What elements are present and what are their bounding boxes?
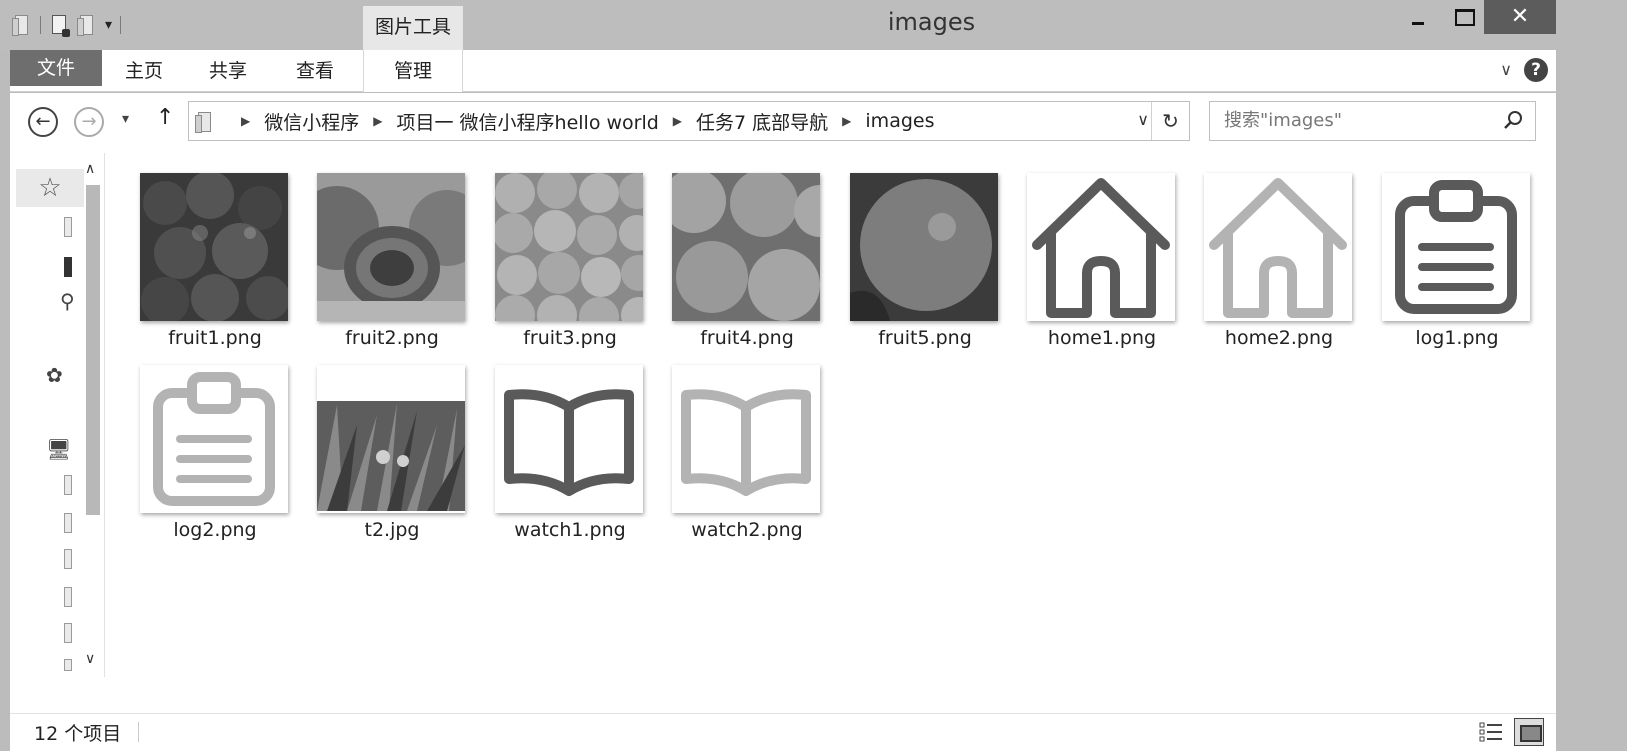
book-icon[interactable] (672, 365, 820, 513)
breadcrumb-arrow-icon[interactable]: ▶ (241, 114, 250, 128)
window-title: images (0, 8, 1627, 36)
file-item[interactable]: home2.png (1204, 173, 1354, 358)
file-name: fruit1.png (168, 327, 262, 349)
breadcrumb-item[interactable]: 项目一 微信小程序hello world (396, 108, 658, 135)
address-history-chevron-icon[interactable]: ∨ (1137, 110, 1149, 129)
nav-drive-icon[interactable] (64, 659, 72, 671)
nav-location-icon[interactable]: ⚲ (60, 289, 75, 313)
maximize-button[interactable] (1446, 0, 1476, 34)
file-item[interactable]: fruit1.png (140, 173, 290, 358)
nav-drive-icon[interactable] (64, 587, 72, 607)
file-item[interactable]: log2.png (140, 365, 290, 550)
file-name: t2.jpg (364, 519, 420, 541)
item-count: 12 个项目 (34, 723, 122, 745)
file-item[interactable]: fruit4.png (672, 173, 822, 358)
file-name: home2.png (1224, 327, 1334, 349)
back-button[interactable]: ← (28, 107, 58, 137)
tab-home[interactable]: 主页 (114, 50, 174, 92)
clipboard-icon[interactable] (140, 365, 288, 513)
close-button[interactable]: ✕ (1484, 0, 1556, 34)
file-grid: fruit1.png fruit2.png fruit3.png fruit4.… (140, 173, 1540, 573)
nav-folder-icon[interactable] (64, 217, 72, 237)
tab-share[interactable]: 共享 (198, 50, 258, 92)
breadcrumb-item[interactable]: 任务7 底部导航 (696, 108, 828, 135)
navigation-pane: ☆ ⚲ ✿ 🖥 ∧ ∨ (10, 153, 105, 677)
large-icons-view-icon[interactable] (1514, 718, 1544, 746)
minimize-button[interactable] (1404, 0, 1434, 34)
image-thumbnail[interactable] (317, 173, 465, 321)
address-bar[interactable]: ▶ 微信小程序 ▶ 项目一 微信小程序hello world ▶ 任务7 底部导… (188, 101, 1190, 141)
file-name: watch2.png (691, 519, 803, 541)
refresh-button[interactable]: ↻ (1151, 102, 1189, 140)
title-bar: ▾ 图片工具 images ✕ (0, 0, 1627, 50)
home-icon[interactable] (1204, 173, 1352, 321)
search-input[interactable] (1224, 102, 1494, 138)
details-view-icon[interactable] (1478, 720, 1504, 744)
favorites-star-icon[interactable]: ☆ (16, 169, 84, 207)
image-thumbnail[interactable] (672, 173, 820, 321)
file-item[interactable]: log1.png (1382, 173, 1532, 358)
content-area: ☆ ⚲ ✿ 🖥 ∧ ∨ fruit1.png fruit2.png fruit3… (10, 153, 1556, 713)
file-name: log1.png (1415, 327, 1499, 349)
expand-ribbon-chevron-icon[interactable]: ∨ (1500, 60, 1512, 79)
nav-drive-icon[interactable] (64, 475, 72, 495)
status-bar: 12 个项目 (10, 713, 1556, 751)
breadcrumb-item[interactable]: images (865, 110, 934, 132)
breadcrumb-arrow-icon[interactable]: ▶ (673, 114, 682, 128)
file-item[interactable]: home1.png (1027, 173, 1177, 358)
breadcrumb-arrow-icon[interactable]: ▶ (842, 114, 851, 128)
image-thumbnail[interactable] (140, 173, 288, 321)
navigation-bar: ← → ▾ ↑ ▶ 微信小程序 ▶ 项目一 微信小程序hello world ▶… (10, 93, 1556, 153)
image-thumbnail[interactable] (317, 365, 465, 513)
nav-drive-icon[interactable] (64, 623, 72, 643)
clipboard-icon[interactable] (1382, 173, 1530, 321)
explorer-window: ▾ 图片工具 images ✕ 文件 主页 共享 查看 管理 ∨ ? ← → ▾… (0, 0, 1627, 751)
tab-view[interactable]: 查看 (285, 50, 345, 92)
file-item[interactable]: fruit3.png (495, 173, 645, 358)
recent-locations-chevron-icon[interactable]: ▾ (122, 111, 129, 127)
file-item[interactable]: fruit2.png (317, 173, 467, 358)
up-button[interactable]: ↑ (156, 105, 174, 130)
window-border (1556, 50, 1627, 751)
home-icon[interactable] (1027, 173, 1175, 321)
scroll-up-chevron-icon[interactable]: ∧ (85, 161, 95, 177)
scroll-down-chevron-icon[interactable]: ∨ (85, 651, 95, 667)
breadcrumb-item[interactable]: 微信小程序 (264, 108, 359, 135)
file-name: home1.png (1047, 327, 1157, 349)
window-title-text: images (887, 8, 976, 36)
homegroup-icon[interactable]: ✿ (46, 363, 63, 387)
file-item[interactable]: fruit5.png (850, 173, 1000, 358)
separator (138, 722, 139, 742)
help-icon[interactable]: ? (1524, 58, 1548, 82)
tab-manage[interactable]: 管理 (363, 50, 463, 92)
computer-icon[interactable]: 🖥 (46, 437, 71, 461)
file-name: fruit5.png (878, 327, 972, 349)
file-item[interactable]: t2.jpg (317, 365, 467, 550)
file-item[interactable]: watch1.png (495, 365, 645, 550)
nav-pane-scrollbar[interactable]: ∧ ∨ (82, 159, 104, 671)
search-box[interactable] (1209, 101, 1536, 141)
book-icon[interactable] (495, 365, 643, 513)
image-thumbnail[interactable] (850, 173, 998, 321)
forward-button[interactable]: → (74, 107, 104, 137)
file-item[interactable]: watch2.png (672, 365, 822, 550)
breadcrumb-arrow-icon[interactable]: ▶ (373, 114, 382, 128)
ribbon-tabs: 文件 主页 共享 查看 管理 ∨ ? (10, 50, 1556, 92)
breadcrumb: ▶ 微信小程序 ▶ 项目一 微信小程序hello world ▶ 任务7 底部导… (227, 102, 935, 140)
search-icon[interactable] (1501, 108, 1525, 132)
file-name: watch1.png (514, 519, 626, 541)
file-name: fruit3.png (523, 327, 617, 349)
image-thumbnail[interactable] (495, 173, 643, 321)
scrollbar-thumb[interactable] (86, 185, 100, 515)
file-name: log2.png (173, 519, 257, 541)
tab-file[interactable]: 文件 (10, 50, 102, 86)
file-name: fruit2.png (345, 327, 439, 349)
nav-desktop-icon[interactable] (64, 257, 72, 277)
file-name: fruit4.png (700, 327, 794, 349)
folder-icon (195, 110, 215, 134)
nav-drive-icon[interactable] (64, 513, 72, 533)
nav-drive-icon[interactable] (64, 549, 72, 569)
